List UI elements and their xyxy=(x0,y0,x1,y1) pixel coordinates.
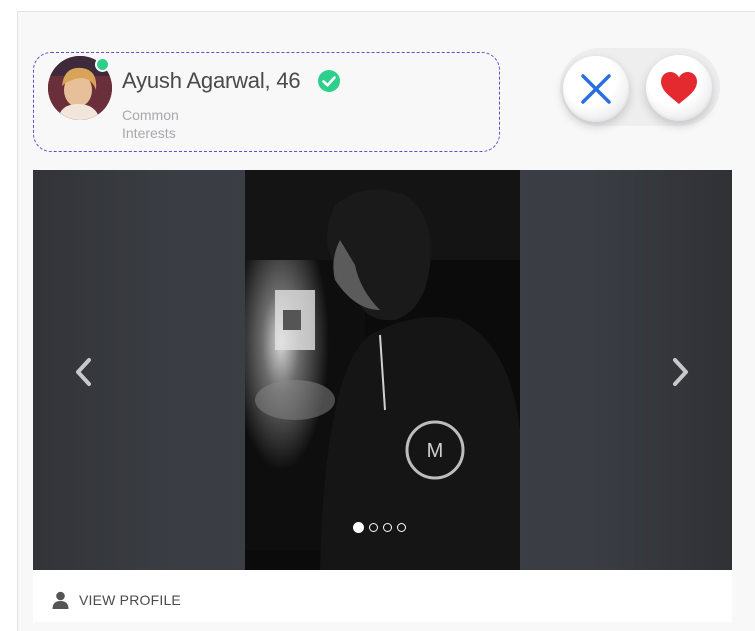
chevron-left-icon xyxy=(76,358,91,386)
carousel-dot-3[interactable] xyxy=(383,523,392,532)
profile-name: Ayush Agarwal, 46 xyxy=(122,68,301,93)
view-profile-button[interactable]: VIEW PROFILE xyxy=(52,591,181,609)
reject-button[interactable] xyxy=(563,56,629,122)
close-icon xyxy=(581,74,611,104)
carousel-dot-4[interactable] xyxy=(397,523,406,532)
user-icon xyxy=(52,591,69,609)
svg-text:M: M xyxy=(427,440,444,462)
profile-photo[interactable]: M xyxy=(245,170,520,570)
carousel-indicators xyxy=(353,522,406,535)
chevron-right-icon xyxy=(673,358,688,386)
carousel-dot-2[interactable] xyxy=(369,523,378,532)
photo-carousel[interactable]: M xyxy=(33,170,732,570)
carousel-next-arrow[interactable] xyxy=(668,357,692,387)
heart-icon xyxy=(661,72,697,104)
view-profile-label: VIEW PROFILE xyxy=(79,592,181,608)
carousel-dot-1[interactable] xyxy=(353,522,364,533)
carousel-prev-arrow[interactable] xyxy=(72,357,96,387)
online-status-indicator xyxy=(95,57,110,72)
verified-icon xyxy=(317,69,341,93)
interests-line-1: Common xyxy=(122,107,179,123)
like-button[interactable] xyxy=(646,55,712,121)
interests-line-2: Interests xyxy=(122,125,176,141)
common-interests-label: Common Interests xyxy=(122,106,242,142)
